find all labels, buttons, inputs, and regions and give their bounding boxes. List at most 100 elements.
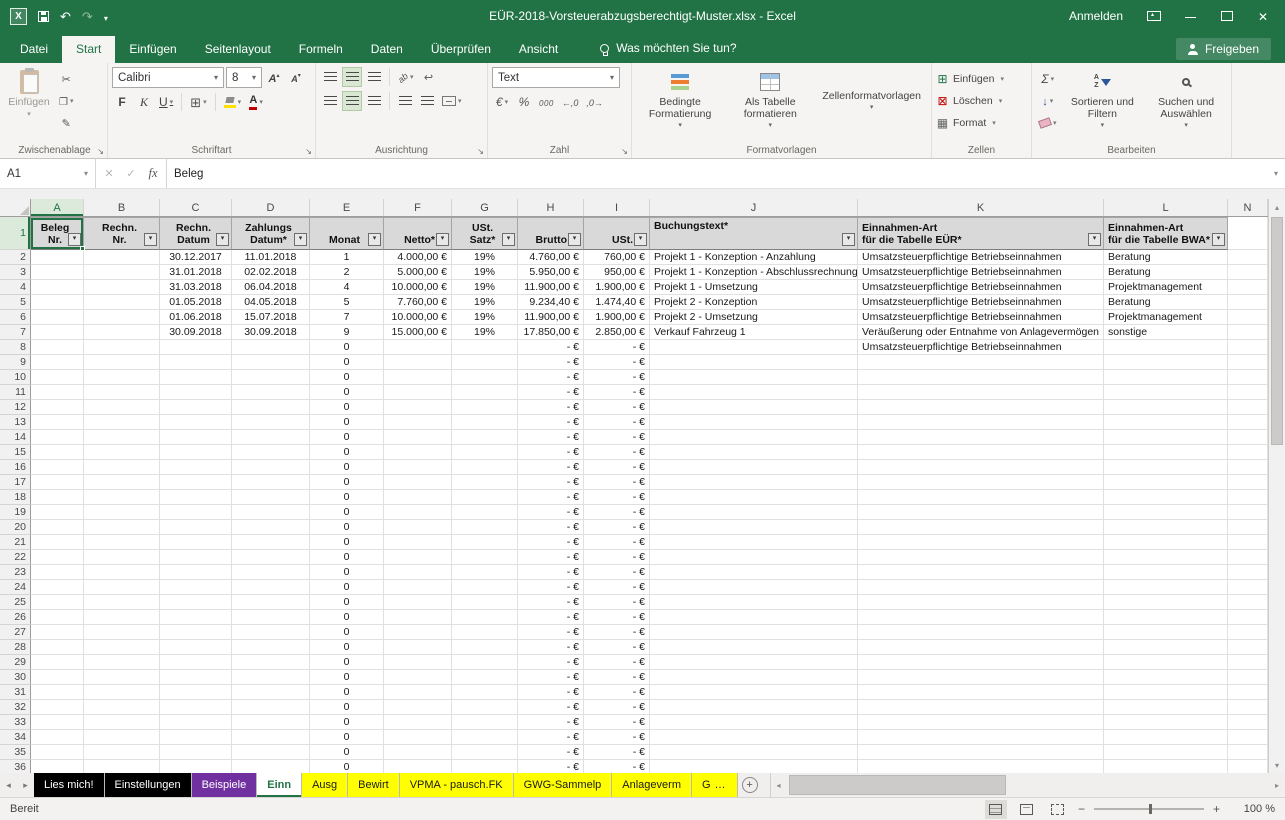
insert-cells-button[interactable]: Einfügen	[936, 69, 1027, 88]
cell-N24[interactable]	[1228, 580, 1268, 595]
cell-G3[interactable]: 19%	[452, 265, 518, 280]
sheet-tab-gwg-sammelp[interactable]: GWG-Sammelp	[514, 773, 613, 797]
row-header-5[interactable]: 5	[0, 295, 31, 310]
cell-G27[interactable]	[452, 625, 518, 640]
cell-K28[interactable]	[858, 640, 1104, 655]
cell-H21[interactable]: - €	[518, 535, 584, 550]
row-header-23[interactable]: 23	[0, 565, 31, 580]
cell-F32[interactable]	[384, 700, 452, 715]
cell-I5[interactable]: 1.474,40 €	[584, 295, 650, 310]
number-dialog-launcher-icon[interactable]: ↘	[621, 147, 628, 156]
cell-B11[interactable]	[84, 385, 160, 400]
cell-L22[interactable]	[1104, 550, 1228, 565]
cell-F21[interactable]	[384, 535, 452, 550]
cell-D19[interactable]	[232, 505, 310, 520]
cell-D24[interactable]	[232, 580, 310, 595]
cell-K3[interactable]: Umsatzsteuerpflichtige Betriebseinnahmen	[858, 265, 1104, 280]
normal-view-button[interactable]	[985, 800, 1007, 819]
cell-E17[interactable]: 0	[310, 475, 384, 490]
cell-I33[interactable]: - €	[584, 715, 650, 730]
cell-G15[interactable]	[452, 445, 518, 460]
cell-B15[interactable]	[84, 445, 160, 460]
cell-C21[interactable]	[160, 535, 232, 550]
cell-G30[interactable]	[452, 670, 518, 685]
align-right-button[interactable]	[364, 91, 384, 111]
cell-B24[interactable]	[84, 580, 160, 595]
row-header-31[interactable]: 31	[0, 685, 31, 700]
conditional-formatting-button[interactable]: Bedingte Formatierung	[636, 67, 724, 140]
cell-N26[interactable]	[1228, 610, 1268, 625]
cell-A6[interactable]	[31, 310, 84, 325]
cell-H22[interactable]: - €	[518, 550, 584, 565]
cell-F15[interactable]	[384, 445, 452, 460]
cell-J4[interactable]: Projekt 1 - Umsetzung	[650, 280, 858, 295]
cell-L17[interactable]	[1104, 475, 1228, 490]
cell-C8[interactable]	[160, 340, 232, 355]
cell-G19[interactable]	[452, 505, 518, 520]
cell-I23[interactable]: - €	[584, 565, 650, 580]
row-header-19[interactable]: 19	[0, 505, 31, 520]
cell-E2[interactable]: 1	[310, 250, 384, 265]
cell-F11[interactable]	[384, 385, 452, 400]
bold-button[interactable]: F	[112, 92, 132, 112]
cell-C34[interactable]	[160, 730, 232, 745]
cell-A30[interactable]	[31, 670, 84, 685]
cell-K20[interactable]	[858, 520, 1104, 535]
scroll-down-icon[interactable]	[1269, 757, 1285, 773]
cell-D13[interactable]	[232, 415, 310, 430]
header-cell-J1[interactable]: Buchungstext*	[650, 217, 858, 250]
align-middle-button[interactable]	[342, 67, 362, 87]
cell-B16[interactable]	[84, 460, 160, 475]
cell-I8[interactable]: - €	[584, 340, 650, 355]
column-header-N[interactable]: N	[1228, 199, 1268, 216]
cell-N35[interactable]	[1228, 745, 1268, 760]
row-header-30[interactable]: 30	[0, 670, 31, 685]
cell-E9[interactable]: 0	[310, 355, 384, 370]
cell-F26[interactable]	[384, 610, 452, 625]
column-header-A[interactable]: A	[31, 199, 84, 216]
cell-E10[interactable]: 0	[310, 370, 384, 385]
cell-A33[interactable]	[31, 715, 84, 730]
cell-E21[interactable]: 0	[310, 535, 384, 550]
cell-K7[interactable]: Veräußerung oder Entnahme von Anlageverm…	[858, 325, 1104, 340]
number-format-select[interactable]: Text	[492, 67, 620, 88]
cell-E6[interactable]: 7	[310, 310, 384, 325]
ribbon-tab-seitenlayout[interactable]: Seitenlayout	[191, 36, 285, 63]
row-header-3[interactable]: 3	[0, 265, 31, 280]
format-cells-button[interactable]: Format	[936, 113, 1027, 132]
cell-J3[interactable]: Projekt 1 - Konzeption - Abschlussrechnu…	[650, 265, 858, 280]
cell-F22[interactable]	[384, 550, 452, 565]
cancel-icon[interactable]	[98, 167, 120, 180]
cell-F7[interactable]: 15.000,00 €	[384, 325, 452, 340]
cell-N18[interactable]	[1228, 490, 1268, 505]
ribbon-tab-einf-gen[interactable]: Einfügen	[115, 36, 190, 63]
cell-H7[interactable]: 17.850,00 €	[518, 325, 584, 340]
cell-N36[interactable]	[1228, 760, 1268, 773]
cell-K6[interactable]: Umsatzsteuerpflichtige Betriebseinnahmen	[858, 310, 1104, 325]
quick-access-caret-icon[interactable]	[104, 10, 108, 23]
cell-B31[interactable]	[84, 685, 160, 700]
cell-J8[interactable]	[650, 340, 858, 355]
row-header-8[interactable]: 8	[0, 340, 31, 355]
filter-button-E[interactable]	[368, 233, 381, 246]
horizontal-scrollbar[interactable]	[770, 773, 1285, 797]
cell-G29[interactable]	[452, 655, 518, 670]
cell-F28[interactable]	[384, 640, 452, 655]
cell-C16[interactable]	[160, 460, 232, 475]
filter-button-G[interactable]	[502, 233, 515, 246]
cell-L4[interactable]: Projektmanagement	[1104, 280, 1228, 295]
cell-E36[interactable]: 0	[310, 760, 384, 773]
cell-E29[interactable]: 0	[310, 655, 384, 670]
header-cell-L1[interactable]: Einnahmen-Art für die Tabelle BWA*	[1104, 217, 1228, 250]
cell-I27[interactable]: - €	[584, 625, 650, 640]
cell-B21[interactable]	[84, 535, 160, 550]
cell-L31[interactable]	[1104, 685, 1228, 700]
cell-L29[interactable]	[1104, 655, 1228, 670]
cell-A34[interactable]	[31, 730, 84, 745]
cell-N29[interactable]	[1228, 655, 1268, 670]
cell-D9[interactable]	[232, 355, 310, 370]
cell-L21[interactable]	[1104, 535, 1228, 550]
cell-I34[interactable]: - €	[584, 730, 650, 745]
cell-A13[interactable]	[31, 415, 84, 430]
cell-C26[interactable]	[160, 610, 232, 625]
